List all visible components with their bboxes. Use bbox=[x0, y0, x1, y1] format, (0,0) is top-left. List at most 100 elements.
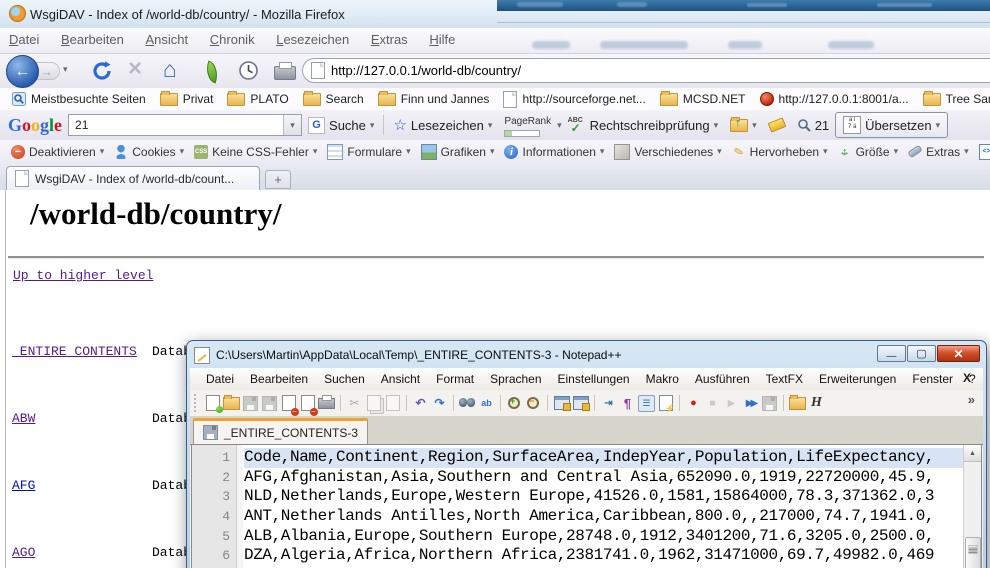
history-clock-button[interactable] bbox=[238, 60, 259, 86]
bookmark-tree-samples[interactable]: Tree Samples bbox=[916, 92, 990, 106]
sync-horizontal-button[interactable] bbox=[572, 395, 589, 412]
dev-verschiedenes[interactable]: Verschiedenes bbox=[609, 144, 726, 160]
copy-button[interactable] bbox=[365, 395, 382, 412]
entry-link-abw[interactable]: ABW bbox=[12, 411, 35, 426]
url-bar[interactable]: http://127.0.0.1/world-db/country/ bbox=[302, 58, 990, 83]
tab-wsgidav[interactable]: WsgiDAV - Index of /world-db/count... bbox=[6, 166, 260, 190]
np-menu-bearbeiten[interactable]: Bearbeiten bbox=[242, 372, 316, 386]
print-button[interactable] bbox=[318, 395, 335, 412]
np-menu-sprachen[interactable]: Sprachen bbox=[482, 372, 549, 386]
np-menu-fenster[interactable]: Fenster bbox=[904, 372, 961, 386]
menu-hilfe[interactable]: Hilfe bbox=[420, 28, 464, 47]
close-all-button[interactable] bbox=[299, 395, 316, 412]
np-menu-makro[interactable]: Makro bbox=[638, 372, 687, 386]
highlighter-button[interactable] bbox=[763, 120, 791, 130]
google-search-button[interactable]: GSuche bbox=[302, 117, 380, 134]
np-menu-einstellungen[interactable]: Einstellungen bbox=[550, 372, 638, 386]
minimize-button[interactable] bbox=[877, 345, 906, 362]
entry-link-ago[interactable]: AGO bbox=[12, 545, 35, 560]
np-menu-format[interactable]: Format bbox=[428, 372, 482, 386]
stop-button[interactable] bbox=[128, 55, 142, 83]
np-doc-close-x[interactable]: X bbox=[963, 371, 971, 385]
menu-datei[interactable]: Datei bbox=[0, 28, 48, 47]
bookmark-localhost-8001[interactable]: http://127.0.0.1:8001/a... bbox=[753, 92, 916, 106]
cut-button[interactable] bbox=[346, 395, 363, 412]
np-menu-ansicht[interactable]: Ansicht bbox=[373, 372, 428, 386]
dev-hervorheben[interactable]: Hervorheben bbox=[727, 145, 833, 159]
word-find-button[interactable]: 21 bbox=[791, 118, 835, 133]
macro-record-button[interactable] bbox=[685, 395, 702, 412]
np-tab-entire-contents[interactable]: _ENTIRE_CONTENTS-3 bbox=[193, 418, 368, 444]
dev-informationen[interactable]: Informationen bbox=[499, 145, 609, 159]
google-bookmarks-button[interactable]: Lesezeichen bbox=[387, 116, 498, 134]
bookmark-privat[interactable]: Privat bbox=[153, 92, 221, 106]
new-tab-button[interactable]: + bbox=[265, 170, 291, 189]
zoom-out-button[interactable] bbox=[525, 395, 542, 412]
google-bookmark-folder-button[interactable] bbox=[724, 119, 763, 132]
dev-grafiken[interactable]: Grafiken bbox=[416, 144, 500, 160]
reload-button[interactable] bbox=[90, 59, 114, 83]
find-button[interactable] bbox=[459, 395, 476, 412]
pagerank-widget[interactable]: PageRank bbox=[498, 114, 557, 137]
vertical-scrollbar[interactable] bbox=[963, 445, 981, 568]
close-file-button[interactable] bbox=[280, 395, 297, 412]
dev-quelltext[interactable]: Quelltext bbox=[974, 144, 990, 160]
zoom-in-button[interactable] bbox=[506, 395, 523, 412]
new-file-button[interactable] bbox=[204, 395, 221, 412]
menu-bearbeiten[interactable]: Bearbeiten bbox=[52, 28, 133, 47]
toolbar-overflow-chevron[interactable]: » bbox=[968, 392, 975, 407]
user-define-dialog-button[interactable] bbox=[657, 395, 674, 412]
translate-button[interactable]: a í7 ä Übersetzen bbox=[835, 112, 948, 138]
np-menu-erweiterungen[interactable]: Erweiterungen bbox=[811, 372, 904, 386]
bookmark-most-visited[interactable]: Meistbesuchte Seiten bbox=[5, 92, 153, 106]
dev-deaktivieren[interactable]: Deaktivieren bbox=[6, 145, 109, 159]
np-menu-textfx[interactable]: TextFX bbox=[758, 372, 811, 386]
back-button[interactable] bbox=[6, 55, 39, 88]
dev-css[interactable]: Keine CSS-Fehler bbox=[189, 145, 322, 159]
maximize-button[interactable] bbox=[907, 345, 936, 362]
print-button[interactable] bbox=[274, 66, 296, 80]
macro-play-button[interactable] bbox=[723, 395, 740, 412]
menu-chronik[interactable]: Chronik bbox=[201, 28, 264, 47]
bookmark-plato[interactable]: PLATO bbox=[220, 92, 295, 106]
save-button[interactable] bbox=[242, 395, 259, 412]
np-menu-ausfuehren[interactable]: Ausführen bbox=[687, 372, 758, 386]
home-button[interactable] bbox=[163, 56, 177, 83]
np-menu-suchen[interactable]: Suchen bbox=[316, 372, 373, 386]
show-all-characters-button[interactable] bbox=[619, 395, 636, 412]
bookmark-finn-und-jannes[interactable]: Finn und Jannes bbox=[371, 92, 497, 106]
entry-link-entire-contents[interactable]: ENTIRE CONTENTS bbox=[12, 344, 137, 359]
google-search-input[interactable]: 21 bbox=[68, 114, 302, 136]
search-dropdown[interactable] bbox=[283, 115, 301, 135]
redo-button[interactable] bbox=[431, 395, 448, 412]
dev-cookies[interactable]: Cookies bbox=[109, 145, 189, 159]
spellcheck-button[interactable]: Rechtschreibprüfung bbox=[562, 118, 725, 133]
scrollbar-thumb[interactable] bbox=[965, 537, 981, 568]
save-all-button[interactable] bbox=[261, 395, 278, 412]
undo-button[interactable] bbox=[412, 395, 429, 412]
replace-button[interactable] bbox=[478, 395, 495, 412]
word-wrap-button[interactable] bbox=[600, 395, 617, 412]
menu-ansicht[interactable]: Ansicht bbox=[137, 28, 198, 47]
editor-area[interactable]: 1Code,Name,Continent,Region,SurfaceArea,… bbox=[191, 444, 982, 568]
macro-save-button[interactable] bbox=[761, 395, 778, 412]
paste-button[interactable] bbox=[384, 395, 401, 412]
dev-extras[interactable]: Extras bbox=[903, 145, 974, 159]
macro-run-multiple-button[interactable] bbox=[742, 395, 759, 412]
menu-extras[interactable]: Extras bbox=[362, 28, 417, 47]
dev-formulare[interactable]: Formulare bbox=[322, 144, 415, 160]
np-menu-datei[interactable]: Datei bbox=[198, 372, 242, 386]
menu-lesezeichen[interactable]: Lesezeichen bbox=[267, 28, 358, 47]
dev-groesse[interactable]: Größe bbox=[833, 145, 904, 159]
history-dropdown[interactable] bbox=[63, 64, 68, 75]
leaf-extension-button[interactable] bbox=[202, 60, 221, 83]
notepad-titlebar[interactable]: C:\Users\Martin\AppData\Local\Temp\_ENTI… bbox=[194, 346, 857, 364]
bookmark-mcsd-net[interactable]: MCSD.NET bbox=[653, 92, 753, 106]
macro-stop-button[interactable] bbox=[704, 395, 721, 412]
indent-guide-button[interactable] bbox=[638, 395, 655, 412]
bookmark-sourceforge[interactable]: http://sourceforge.net... bbox=[496, 91, 652, 108]
textfx-h-button[interactable] bbox=[808, 395, 825, 412]
scroll-up-button[interactable] bbox=[964, 445, 981, 462]
sync-vertical-button[interactable] bbox=[553, 395, 570, 412]
up-to-higher-level-link[interactable]: Up to higher level bbox=[13, 268, 153, 283]
